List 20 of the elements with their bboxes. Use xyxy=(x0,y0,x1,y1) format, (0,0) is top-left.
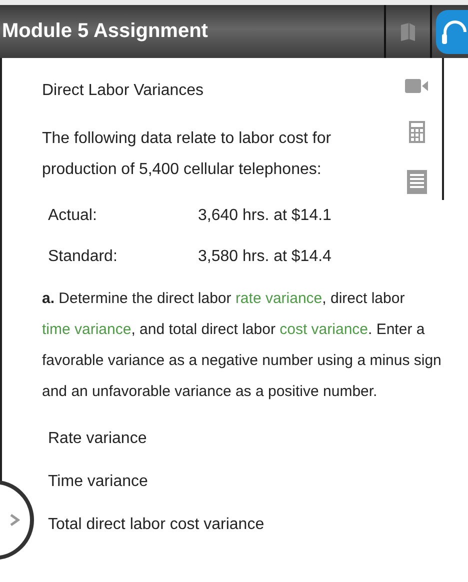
headset-icon[interactable] xyxy=(436,10,468,54)
book-icon[interactable] xyxy=(400,22,416,42)
row-label: Standard: xyxy=(47,248,118,266)
answer-label: Rate variance xyxy=(47,429,148,449)
row-label: Actual: xyxy=(47,206,98,224)
answer-label: Time variance xyxy=(47,472,149,492)
window-title: Module 5 Assignment xyxy=(1,20,209,43)
answer-label: Total direct labor cost variance xyxy=(47,515,266,535)
instruction-text: a. Determine the direct labor rate variance, direct labor time variance, and total direct labor cost variance. Enter a favorable variance as a negative number using a minus sign and an unfavorable variance as a positive number. xyxy=(42,289,442,402)
document-icon[interactable] xyxy=(407,170,427,194)
calculator-icon[interactable] xyxy=(409,121,425,143)
chevron-icon xyxy=(10,514,20,526)
video-icon[interactable] xyxy=(405,78,429,94)
term-link[interactable]: rate variance xyxy=(235,290,322,307)
row-value: 3,640 hrs. at $14.1 xyxy=(198,206,332,224)
term-link[interactable]: cost variance xyxy=(280,321,368,338)
term-link[interactable]: time variance xyxy=(42,321,132,338)
row-value: 3,580 hrs. at $14.4 xyxy=(198,248,332,266)
intro-text: The following data relate to labor cost for production of 5,400 cellular telephones: xyxy=(42,129,332,180)
section-heading: Direct Labor Variances xyxy=(42,82,205,100)
